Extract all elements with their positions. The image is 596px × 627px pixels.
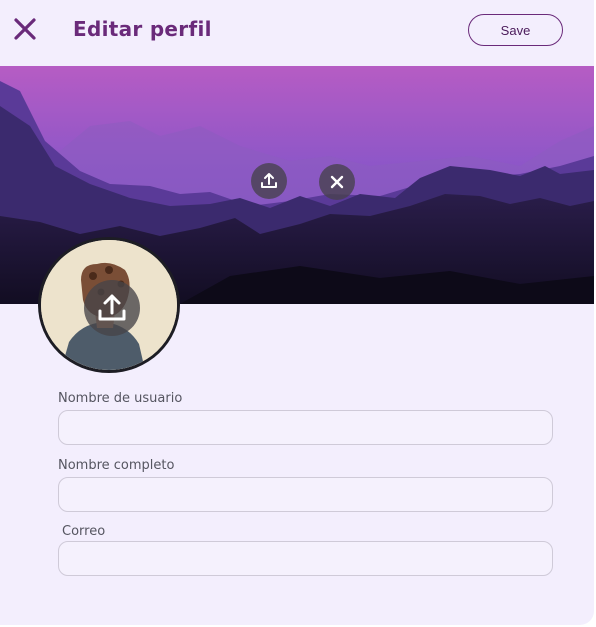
close-icon[interactable] (12, 16, 38, 42)
save-button[interactable]: Save (468, 14, 563, 46)
banner-upload-button[interactable] (251, 163, 287, 199)
username-field[interactable] (58, 410, 553, 445)
page-title: Editar perfil (73, 17, 212, 41)
avatar-upload-button[interactable] (84, 280, 140, 336)
avatar (38, 237, 180, 373)
upload-icon (261, 173, 277, 188)
full-name-field[interactable] (58, 477, 553, 512)
upload-icon (98, 294, 126, 321)
close-icon (330, 175, 344, 189)
email-field[interactable] (58, 541, 553, 576)
username-label: Nombre de usuario (58, 391, 183, 406)
email-label: Correo (62, 524, 106, 539)
full-name-label: Nombre completo (58, 458, 175, 473)
edit-profile-card: Editar perfil Save Nombre de usuario Nom… (0, 0, 594, 625)
banner-remove-button[interactable] (319, 164, 355, 200)
